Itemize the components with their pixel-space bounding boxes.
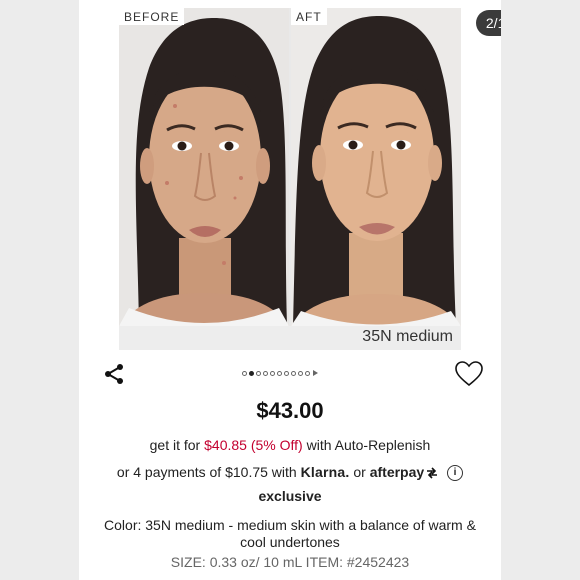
auto-replenish-suffix: with Auto-Replenish (306, 437, 431, 453)
pagination-dot[interactable] (298, 370, 303, 376)
auto-replenish-line: get it for $40.85 (5% Off) with Auto-Rep… (79, 437, 501, 453)
pagination-dot[interactable] (263, 370, 268, 376)
info-icon[interactable]: i (447, 465, 464, 482)
product-image-carousel[interactable]: BEFORE AFT 2/11 (119, 8, 501, 326)
installment-payments-line: or 4 payments of $10.75 with Klarna. or … (79, 464, 501, 482)
auto-replenish-prefix: get it for (149, 437, 201, 453)
after-photo (291, 8, 461, 326)
pagination-dot[interactable] (242, 370, 247, 376)
auto-replenish-price: $40.85 (5% Off) (204, 437, 303, 453)
before-photo (119, 8, 289, 326)
shade-label: 35N medium (362, 328, 453, 345)
or-text: or (353, 464, 366, 480)
pagination-dot[interactable] (277, 370, 282, 376)
afterpay-logo: afterpay (370, 464, 439, 480)
share-icon[interactable] (102, 362, 126, 386)
next-page-arrow-icon[interactable] (313, 370, 318, 376)
klarna-logo: Klarna. (300, 464, 350, 480)
before-label: BEFORE (119, 8, 185, 25)
pagination-dot[interactable] (291, 370, 296, 376)
pagination-dot[interactable] (284, 370, 289, 376)
pagination-dot[interactable] (256, 370, 261, 376)
pagination-dot[interactable] (270, 370, 275, 376)
after-label: AFT (291, 8, 327, 25)
size-item-info: SIZE: 0.33 oz/ 10 mL ITEM: #2452423 (170, 554, 410, 570)
product-card: BEFORE AFT 2/11 35N medium $43.00 get it… (79, 0, 501, 580)
product-price: $43.00 (256, 398, 324, 423)
carousel-pagination[interactable] (242, 368, 318, 378)
exclusive-badge: exclusive (258, 488, 322, 504)
afterpay-wordmark: afterpay (369, 464, 425, 480)
afterpay-arrows-icon (427, 467, 438, 479)
pagination-dot[interactable] (249, 370, 254, 376)
shade-caption-strip: 35N medium (119, 326, 461, 350)
payments-prefix: or 4 payments of $10.75 with (116, 464, 297, 480)
pagination-dot[interactable] (305, 370, 310, 376)
heart-icon[interactable] (455, 361, 483, 387)
color-description: Color: 35N medium - medium skin with a b… (104, 517, 476, 550)
image-counter-badge: 2/11 (476, 10, 501, 36)
